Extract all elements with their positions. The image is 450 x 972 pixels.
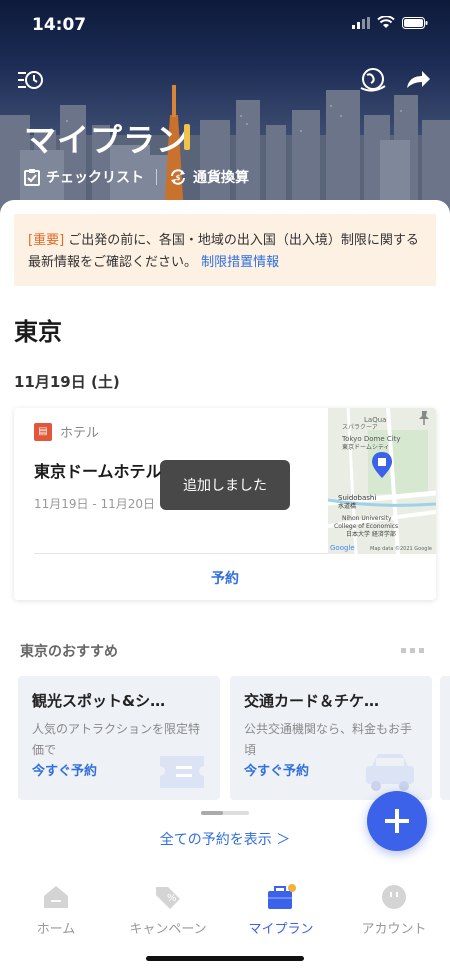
title-accent-mark: [184, 124, 190, 150]
recommend-card-attractions[interactable]: 観光スポット&シ… 人気のアトラクションを限定特価で 今すぐ予約: [18, 676, 220, 800]
notice-tag: [重要]: [28, 233, 65, 248]
battery-icon: [402, 16, 428, 29]
hotel-icon: ▤: [34, 422, 52, 441]
map-google-logo: Google: [330, 544, 355, 552]
tab-label: アカウント: [361, 922, 427, 937]
currency-exchange-icon: $: [171, 169, 185, 185]
day-date-label: 11月19日 (土): [14, 373, 120, 391]
hero-header: 14:07 マイプラン チェックリスト $ 通貨換算: [0, 0, 450, 215]
account-icon: [382, 885, 406, 909]
ticket-icon: [160, 756, 204, 788]
restriction-info-link[interactable]: 制限措置情報: [201, 255, 279, 270]
recommend-card-cta[interactable]: 今すぐ予約: [32, 760, 97, 779]
tab-account[interactable]: アカウント: [338, 882, 450, 937]
svg-text:$: $: [176, 174, 181, 182]
more-icon[interactable]: [401, 648, 424, 653]
home-indicator: [146, 956, 304, 961]
svg-text:%: %: [167, 893, 177, 904]
recommend-card-next[interactable]: [440, 676, 450, 800]
checklist-label: チェックリスト: [46, 170, 144, 186]
recommend-card-title: 交通カード＆チケ…: [244, 692, 380, 710]
checklist-link[interactable]: チェックリスト: [24, 167, 144, 187]
briefcase-icon: [268, 884, 296, 909]
hotel-name: 東京ドームホテル: [34, 462, 162, 481]
view-all-bookings-link[interactable]: 全ての予約を表示 ＞: [0, 829, 450, 849]
tab-label: ホーム: [36, 922, 76, 937]
toast-message: 追加しました: [160, 460, 290, 510]
tab-campaign[interactable]: % キャンペーン: [112, 882, 224, 937]
map-label-dome-jp: 東京ドームシティ: [342, 443, 389, 451]
main-content: [重要] ご出発の前に、各国・地域の出入国（出入境）制限に関する最新情報をご確認…: [0, 200, 450, 972]
recommend-card-title: 観光スポット&シ…: [32, 692, 166, 710]
map-label-univ3: 日本大学 経済学部: [346, 530, 396, 538]
wifi-icon: [377, 16, 395, 28]
city-title: 東京: [14, 318, 62, 346]
map-label-suidobashi-jp: 水道橋: [338, 502, 356, 510]
pin-icon[interactable]: [416, 410, 432, 426]
map-label-suidobashi: Suidobashi: [338, 494, 376, 502]
map-credit: Map data ©2021 Google: [370, 545, 432, 552]
map-label-univ2: College of Economics: [334, 523, 398, 530]
currency-converter-link[interactable]: $ 通貨換算: [169, 167, 249, 187]
map-label-dome: Tokyo Dome City: [341, 435, 401, 443]
carousel-scroll-indicator: [201, 811, 249, 815]
map-label-univ1: Nihon University: [342, 515, 392, 522]
tab-label: マイプラン: [248, 922, 314, 937]
currency-label: 通貨換算: [193, 170, 249, 186]
page-title: マイプラン: [24, 121, 190, 159]
hotel-dates: 11月19日 - 11月20日: [34, 497, 156, 511]
hotel-map-thumbnail[interactable]: LaQua スパラクーア Tokyo Dome City 東京ドームシティ Su…: [327, 408, 436, 555]
bottom-tab-bar: ホーム % キャンペーン マイプラン アカウント: [0, 868, 450, 972]
tab-home[interactable]: ホーム: [0, 882, 112, 937]
reserve-button[interactable]: 予約: [14, 568, 436, 588]
hotel-type-label: ホテル: [60, 426, 100, 441]
recommend-heading: 東京のおすすめ: [20, 644, 118, 660]
car-icon: [366, 754, 414, 791]
signal-icon: [352, 16, 370, 29]
status-bar: 14:07: [0, 0, 450, 48]
status-time: 14:07: [32, 15, 87, 35]
map-label-laqua: LaQua: [364, 416, 386, 424]
recommend-card-transport[interactable]: 交通カード＆チケ… 公共交通機関なら、料金もお手頃 今すぐ予約: [230, 676, 432, 800]
itinerary-history-icon[interactable]: [16, 66, 44, 94]
tab-label: キャンペーン: [129, 922, 207, 937]
map-label-spa: スパラクーア: [342, 424, 378, 431]
tag-icon: %: [156, 887, 180, 909]
home-icon: [44, 886, 68, 908]
share-icon[interactable]: [404, 66, 432, 94]
checklist-icon: [24, 169, 40, 186]
tab-my-plan[interactable]: マイプラン: [225, 882, 337, 937]
recommend-card-cta[interactable]: 今すぐ予約: [244, 760, 309, 779]
world-map-icon[interactable]: [358, 66, 388, 94]
travel-restriction-notice: [重要] ご出発の前に、各国・地域の出入国（出入境）制限に関する最新情報をご確認…: [14, 214, 436, 286]
